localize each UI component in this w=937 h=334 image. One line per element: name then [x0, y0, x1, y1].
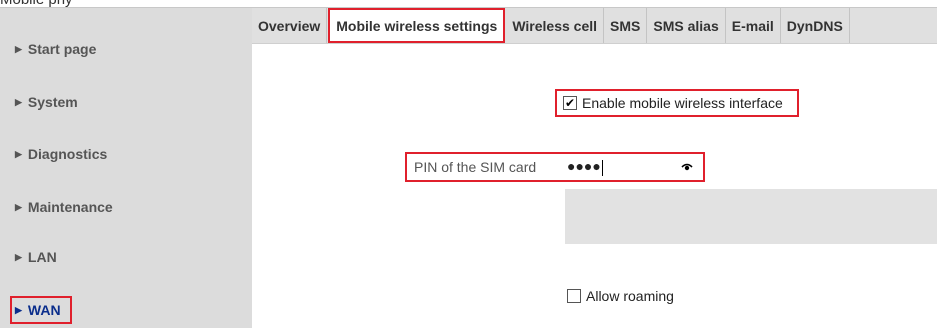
text-cursor — [601, 159, 603, 176]
chevron-right-icon: ▶ — [15, 96, 22, 107]
eye-icon[interactable] — [681, 160, 693, 174]
main-content: ✔ Enable mobile wireless interface PIN o… — [252, 44, 937, 328]
chevron-right-icon: ▶ — [15, 304, 22, 315]
sidebar-item-diagnostics[interactable]: ▶ Diagnostics — [0, 130, 252, 178]
tab-label: Wireless cell — [512, 17, 598, 34]
enable-mobile-wireless-option[interactable]: ✔ Enable mobile wireless interface — [555, 89, 799, 117]
sidebar-item-label: Diagnostics — [27, 146, 108, 162]
allow-roaming-checkbox[interactable] — [567, 289, 581, 303]
tab-email[interactable]: E-mail — [726, 8, 781, 43]
sidebar-item-lan[interactable]: ▶ LAN — [0, 233, 252, 281]
tab-label: Overview — [258, 17, 321, 34]
tab-label: SMS alias — [653, 17, 719, 34]
tab-mobile-wireless-settings[interactable]: Mobile wireless settings — [328, 8, 506, 43]
sim-pin-row: PIN of the SIM card ●●●● — [405, 152, 705, 182]
sidebar-item-label: Maintenance — [27, 199, 113, 215]
chevron-right-icon: ▶ — [15, 43, 22, 54]
tab-dyndns[interactable]: DynDNS — [781, 8, 850, 43]
chevron-right-icon: ▶ — [15, 148, 22, 159]
tab-sms[interactable]: SMS — [604, 8, 648, 43]
allow-roaming-label: Allow roaming — [586, 288, 674, 304]
tab-label: E-mail — [731, 17, 774, 34]
sidebar-item-label: Start page — [27, 41, 97, 57]
tab-sms-alias[interactable]: SMS alias — [647, 8, 726, 43]
chevron-right-icon: ▶ — [15, 201, 22, 212]
disabled-field-area — [565, 189, 937, 244]
tab-bar: Overview Mobile wireless settings Wirele… — [252, 8, 937, 44]
sidebar-item-label: System — [27, 94, 78, 110]
sidebar-item-label: LAN — [27, 249, 57, 265]
tab-label: Mobile wireless settings — [336, 17, 498, 34]
sidebar-item-maintenance[interactable]: ▶ Maintenance — [0, 183, 252, 231]
sidebar-item-start-page[interactable]: ▶ Start page — [0, 25, 252, 73]
sidebar-item-wan[interactable]: ▶ WAN — [0, 286, 252, 334]
enable-mobile-wireless-label: Enable mobile wireless interface — [582, 95, 783, 111]
sidebar-item-highlight: ▶ WAN — [10, 296, 72, 324]
sim-pin-label: PIN of the SIM card — [414, 159, 537, 175]
tab-overview[interactable]: Overview — [252, 8, 328, 43]
sim-pin-input[interactable]: ●●●● — [565, 155, 697, 179]
sidebar-item-label: WAN — [27, 302, 61, 318]
chevron-right-icon: ▶ — [15, 251, 22, 262]
sidebar-item-system[interactable]: ▶ System — [0, 78, 252, 126]
enable-mobile-wireless-checkbox[interactable]: ✔ — [563, 96, 577, 110]
tab-label: DynDNS — [786, 17, 843, 34]
sidebar: ▶ Start page ▶ System ▶ Diagnostics ▶ Ma… — [0, 8, 252, 328]
sim-pin-value: ●●●● — [567, 158, 601, 175]
allow-roaming-option[interactable]: Allow roaming — [567, 288, 674, 304]
tab-label: SMS — [610, 17, 641, 34]
tab-wireless-cell[interactable]: Wireless cell — [506, 8, 605, 43]
